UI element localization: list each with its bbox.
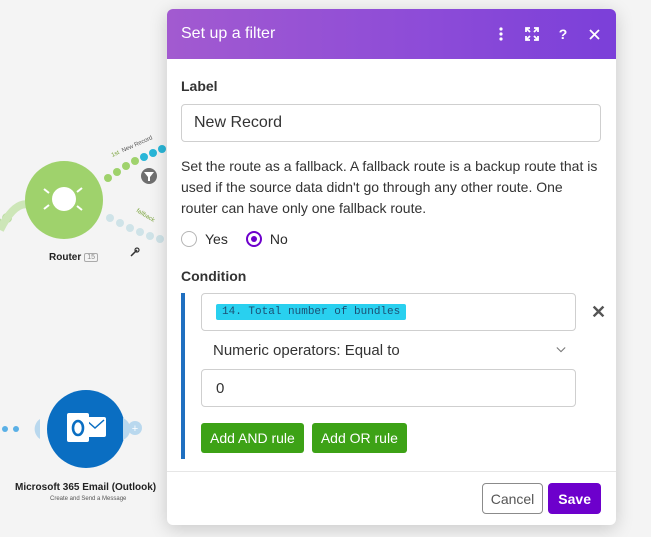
more-icon[interactable] xyxy=(493,26,509,42)
close-icon[interactable] xyxy=(586,26,602,42)
label-title: Label xyxy=(181,78,218,94)
label-input[interactable]: New Record xyxy=(181,104,601,142)
dialog-body: Label New Record Set the route as a fall… xyxy=(167,78,616,459)
fallback-yes-radio[interactable]: Yes xyxy=(181,231,228,247)
radio-yes-label: Yes xyxy=(205,231,228,247)
radio-no-circle[interactable] xyxy=(245,231,262,247)
help-icon[interactable]: ? xyxy=(555,26,571,42)
router-label: Router 15 xyxy=(49,252,99,263)
filter-dialog: Set up a filter ? Label New Record Set t… xyxy=(167,9,616,525)
radio-yes-circle[interactable] xyxy=(181,231,197,247)
header-icons: ? xyxy=(493,26,602,42)
rule-buttons: Add AND rule Add OR rule xyxy=(201,423,602,453)
operator-select[interactable]: Numeric operators: Equal to xyxy=(201,331,576,369)
fallback-description: Set the route as a fallback. A fallback … xyxy=(181,158,598,216)
outlook-sub-label: Create and Send a Message xyxy=(50,496,127,502)
add-or-rule-button[interactable]: Add OR rule xyxy=(311,423,407,453)
condition-rule: 14. Total number of bundles ✕ Numeric op… xyxy=(181,293,606,459)
cancel-button[interactable]: Cancel xyxy=(481,483,544,514)
dialog-title: Set up a filter xyxy=(181,25,276,42)
router-label-text: Router xyxy=(49,252,82,263)
condition-operand-input[interactable]: 14. Total number of bundles xyxy=(201,293,576,331)
chevron-down-icon xyxy=(556,347,566,353)
dialog-footer: Cancel Save xyxy=(167,471,616,525)
outlook-label: Microsoft 365 Email (Outlook) xyxy=(15,482,157,493)
radio-no-label: No xyxy=(269,231,288,247)
operator-value: Numeric operators: Equal to xyxy=(213,341,400,359)
expand-icon[interactable] xyxy=(524,26,540,42)
bundle-count-pill[interactable]: 14. Total number of bundles xyxy=(216,304,407,320)
dialog-header: Set up a filter ? xyxy=(167,9,616,59)
fallback-radio-group: Yes No xyxy=(181,231,602,247)
fallback-no-radio[interactable]: No xyxy=(245,231,288,247)
save-button[interactable]: Save xyxy=(548,483,601,514)
add-and-rule-button[interactable]: Add AND rule xyxy=(201,423,304,453)
svg-text:+: + xyxy=(132,423,138,435)
remove-rule-icon[interactable]: ✕ xyxy=(591,302,606,323)
router-id-badge: 15 xyxy=(84,253,99,262)
condition-title: Condition xyxy=(181,268,247,284)
condition-value-input[interactable]: 0 xyxy=(201,369,576,407)
